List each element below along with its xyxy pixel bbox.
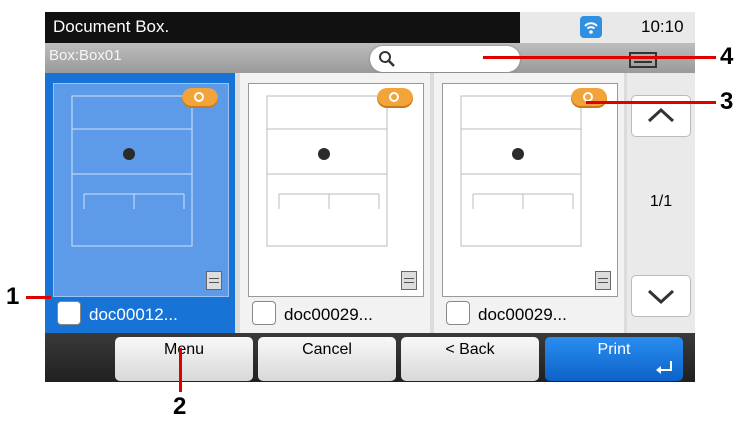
select-checkbox[interactable] [57, 301, 81, 325]
thumbnail-image [71, 95, 193, 247]
app-title: Document Box. [53, 17, 170, 36]
box-name-label: Box:Box01 [49, 47, 122, 64]
device-screen: Document Box. 10:10 Box:Box01 doc00012..… [45, 12, 695, 382]
cancel-button-label: Cancel [302, 341, 352, 358]
page-indicator: 1/1 [649, 193, 673, 210]
document-name: doc00029... [478, 305, 567, 324]
callout-number-3: 3 [720, 88, 734, 115]
clock: 10:10 [641, 17, 684, 36]
back-button-label: < Back [445, 341, 495, 358]
callout-line-2 [179, 348, 182, 392]
enter-icon [656, 361, 672, 374]
print-button-label: Print [597, 341, 631, 358]
document-tile[interactable]: doc00029... [240, 73, 430, 333]
file-icon [595, 271, 611, 290]
preview-badge-icon[interactable] [571, 88, 607, 108]
menu-button[interactable]: Menu [115, 337, 253, 381]
cancel-button[interactable]: Cancel [258, 337, 396, 381]
document-name: doc00029... [284, 305, 373, 324]
preview-badge-icon[interactable] [377, 88, 413, 108]
callout-line-3 [586, 101, 716, 104]
document-tile[interactable]: doc00029... [434, 73, 624, 333]
document-tile[interactable]: doc00012... [45, 73, 235, 333]
document-thumbnail [53, 83, 229, 297]
document-thumbnail [442, 83, 618, 297]
search-icon [379, 51, 395, 67]
status-bar: Document Box. 10:10 [45, 12, 695, 43]
file-icon [206, 271, 222, 290]
chevron-down-icon [647, 289, 675, 305]
scroll-column: 1/1 [627, 73, 695, 333]
preview-badge-icon[interactable] [182, 88, 218, 108]
menu-button-label: Menu [163, 341, 205, 358]
file-icon [401, 271, 417, 290]
wifi-icon [580, 16, 602, 38]
document-thumbnail [248, 83, 424, 297]
document-name: doc00012... [89, 305, 178, 324]
back-button[interactable]: < Back [401, 337, 539, 381]
print-button[interactable]: Print [545, 337, 683, 381]
thumbnail-image [460, 95, 582, 247]
callout-number-2: 2 [173, 393, 187, 420]
view-toggle-icon[interactable] [627, 49, 661, 71]
callout-line-1 [26, 296, 51, 299]
callout-line-4 [483, 56, 716, 59]
search-button[interactable] [370, 46, 520, 72]
select-checkbox[interactable] [446, 301, 470, 325]
callout-number-1: 1 [6, 283, 20, 310]
scroll-down-button[interactable] [631, 275, 691, 317]
bottom-button-bar: Menu Cancel < Back Print [45, 333, 695, 382]
select-checkbox[interactable] [252, 301, 276, 325]
callout-number-4: 4 [720, 43, 734, 70]
thumbnail-image [266, 95, 388, 247]
